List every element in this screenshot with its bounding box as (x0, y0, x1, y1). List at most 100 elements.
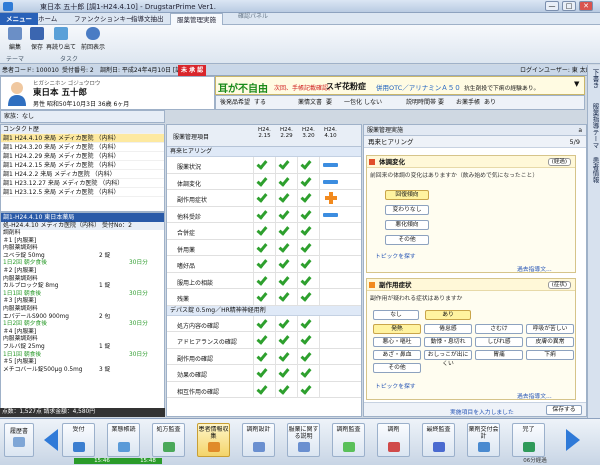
vtab-patient[interactable]: 患者情報 (589, 157, 600, 183)
grid-row[interactable]: 嗜好品 (167, 256, 361, 273)
grid-cell[interactable] (275, 315, 296, 332)
grid-cell[interactable] (253, 157, 274, 173)
symptom-option[interactable]: その他 (373, 363, 421, 373)
condition-option[interactable]: その他 (385, 235, 429, 245)
process-step[interactable]: 調剤 (377, 423, 410, 457)
grid-row[interactable]: 相互作用の確認 (167, 381, 361, 398)
tab-management[interactable]: 服薬管理実施 (170, 13, 223, 25)
vtab-theme[interactable]: 服薬指導テーマ (589, 103, 600, 149)
process-step[interactable]: 完了 (512, 423, 545, 457)
grid-cell[interactable] (319, 348, 340, 365)
process-step[interactable]: 最終監査 (422, 423, 455, 457)
grid-cell[interactable] (275, 157, 296, 173)
card2-past-link[interactable]: 過去指導文… (517, 391, 552, 400)
symptom-option[interactable]: 発熱 (373, 324, 421, 334)
grid-cell[interactable] (319, 315, 340, 332)
grid-cell[interactable] (275, 256, 296, 272)
vtab-draft[interactable]: 下書き (589, 69, 600, 89)
history-row[interactable]: 調1 H23.12.27 来局 メディカ医院 （内科） (1, 179, 164, 188)
history-row[interactable]: 調1 H23.12.5 来局 メディカ医院 （内科） (1, 188, 164, 197)
generic-value[interactable]: する (254, 96, 266, 110)
tab-guidance[interactable]: 指導文抽出 (125, 13, 170, 25)
grid-row[interactable]: 副作用の確認 (167, 348, 361, 365)
grid-cell[interactable] (297, 315, 318, 332)
yesno-option[interactable]: あり (425, 310, 471, 320)
symptom-option[interactable]: さむけ (475, 324, 523, 334)
grid-cell[interactable] (253, 190, 274, 206)
process-step[interactable]: 服薬に関する説明 (287, 423, 320, 457)
grid-cell[interactable] (275, 332, 296, 348)
grid-cell[interactable] (253, 272, 274, 289)
grid-cell[interactable] (275, 272, 296, 289)
grid-cell[interactable] (275, 206, 296, 223)
grid-cell[interactable] (297, 289, 318, 305)
grid-cell[interactable] (319, 289, 340, 305)
reread-button[interactable]: 再読り出て (46, 27, 76, 51)
grid-cell[interactable] (297, 190, 318, 206)
grid-cell[interactable] (275, 381, 296, 398)
symptom-option[interactable]: 胃痛 (475, 350, 523, 360)
grid-row[interactable]: 残薬 (167, 289, 361, 306)
grid-cell[interactable] (253, 256, 274, 272)
grid-row[interactable]: 服薬状況 (167, 157, 361, 174)
onedose-value[interactable]: しない (364, 96, 382, 110)
symptom-option[interactable]: 皮膚の異常 (526, 337, 574, 347)
symptom-option[interactable]: おしっこが出にくい (424, 350, 472, 367)
card2-topic-link[interactable]: トピックを探す (375, 381, 416, 390)
grid-cell[interactable] (275, 348, 296, 365)
condition-option[interactable]: 悪化傾向 (385, 220, 429, 230)
grid-cell[interactable] (319, 173, 340, 190)
grid-cell[interactable] (253, 206, 274, 223)
process-step[interactable]: 患者情報収集 (197, 423, 230, 457)
maximize-button[interactable]: □ (562, 1, 576, 11)
symptom-option[interactable]: しびれ感 (475, 337, 523, 347)
grid-cell[interactable] (297, 223, 318, 239)
alert-dropdown-icon[interactable]: ▼ (574, 80, 579, 88)
grid-cell[interactable] (275, 190, 296, 206)
grid-cell[interactable] (275, 289, 296, 305)
grid-row[interactable]: 合併症 (167, 223, 361, 240)
grid-cell[interactable] (319, 239, 340, 256)
grid-cell[interactable] (253, 239, 274, 256)
card1-topic-link[interactable]: トピックを探す (375, 251, 416, 260)
grid-row[interactable]: アドヒアランスの確認 (167, 332, 361, 349)
yesno-option[interactable]: なし (373, 310, 419, 320)
time-value[interactable]: 要 (438, 96, 444, 110)
grid-cell[interactable] (297, 365, 318, 381)
next-arrow-icon[interactable] (566, 429, 580, 451)
process-step[interactable]: 薬剤交付会計 (467, 423, 500, 457)
prev-display-button[interactable]: 前回表示 (78, 27, 108, 51)
history-row[interactable]: 調1 H24.2.2 来局 メディカ医院 （内科） (1, 170, 164, 179)
grid-cell[interactable] (297, 348, 318, 365)
grid-cell[interactable] (319, 256, 340, 272)
grid-row[interactable]: 併用薬 (167, 239, 361, 256)
grid-cell[interactable] (297, 173, 318, 190)
grid-cell[interactable] (253, 365, 274, 381)
grid-cell[interactable] (253, 332, 274, 348)
grid-row[interactable]: 服用上の相談 (167, 272, 361, 289)
grid-cell[interactable] (319, 332, 340, 348)
symptom-option[interactable]: 動悸・息切れ (424, 337, 472, 347)
card2-tag[interactable]: (症状) (547, 281, 571, 289)
grid-cell[interactable] (275, 239, 296, 256)
symptom-option[interactable]: 倦怠感 (424, 324, 472, 334)
tab-home[interactable]: ホーム (32, 13, 63, 25)
grid-cell[interactable] (253, 289, 274, 305)
grid-cell[interactable] (253, 223, 274, 239)
symptom-option[interactable]: 呼吸が苦しい (526, 324, 574, 334)
prev-arrow-icon[interactable] (44, 429, 58, 451)
process-step[interactable]: 調剤設計 (242, 423, 275, 457)
grid-cell[interactable] (275, 365, 296, 381)
minimize-button[interactable]: — (545, 1, 559, 11)
condition-option[interactable]: 変わりなし (385, 205, 429, 215)
condition-option[interactable]: 回復傾向 (385, 190, 429, 200)
grid-row[interactable]: 体調変化 (167, 173, 361, 190)
symptom-option[interactable]: 下痢 (526, 350, 574, 360)
close-button[interactable]: ✕ (579, 1, 593, 11)
panel-save-button[interactable]: 保存する (546, 405, 582, 415)
grid-cell[interactable] (297, 256, 318, 272)
grid-cell[interactable] (253, 315, 274, 332)
grid-cell[interactable] (319, 206, 340, 223)
grid-cell[interactable] (319, 381, 340, 398)
card1-past-link[interactable]: 過去指導文… (517, 264, 552, 273)
